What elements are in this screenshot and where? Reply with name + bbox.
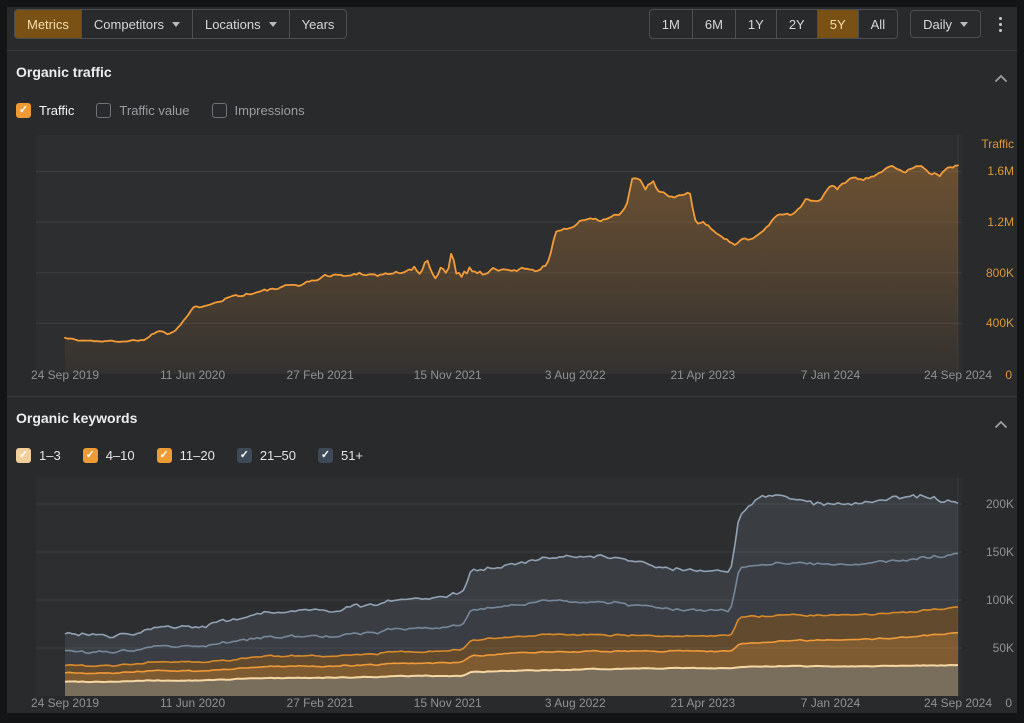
range-2y[interactable]: 2Y bbox=[776, 10, 817, 38]
tab-competitors[interactable]: Competitors bbox=[81, 10, 192, 38]
tab-label: Years bbox=[302, 17, 335, 32]
legend-label: 4–10 bbox=[106, 448, 135, 463]
range-label: 2Y bbox=[789, 17, 805, 32]
granularity-dropdown[interactable]: Daily bbox=[910, 10, 981, 38]
organic-traffic-chart[interactable] bbox=[0, 130, 1024, 386]
metric-impressions[interactable]: Impressions bbox=[212, 103, 305, 118]
x-axis-label: 27 Feb 2021 bbox=[286, 368, 353, 382]
collapse-section-icon[interactable] bbox=[994, 70, 1010, 82]
axis-zero-label: 0 bbox=[996, 368, 1012, 382]
view-tab-group: Metrics Competitors Locations Years bbox=[14, 9, 347, 39]
divider bbox=[7, 396, 1017, 397]
x-axis-label: 21 Apr 2023 bbox=[670, 368, 735, 382]
x-axis-label: 24 Sep 2024 bbox=[924, 696, 992, 710]
legend-label: Traffic bbox=[39, 103, 74, 118]
x-axis-label: 21 Apr 2023 bbox=[670, 696, 735, 710]
checked-checkbox[interactable]: ✓ bbox=[16, 103, 31, 118]
y-axis-label: 200K bbox=[958, 497, 1014, 511]
y-axis-title: Traffic bbox=[958, 137, 1014, 151]
y-axis-label: 150K bbox=[958, 545, 1014, 559]
range-label: 5Y bbox=[830, 17, 846, 32]
y-axis-label: 800K bbox=[958, 266, 1014, 280]
checked-checkbox[interactable]: ✓ bbox=[237, 448, 252, 463]
legend-label: 1–3 bbox=[39, 448, 61, 463]
chevron-down-icon bbox=[172, 22, 180, 27]
position-range-11-20[interactable]: ✓ 11–20 bbox=[157, 448, 215, 463]
metric-traffic[interactable]: ✓ Traffic bbox=[16, 103, 74, 118]
collapse-section-icon[interactable] bbox=[994, 416, 1010, 428]
check-icon: ✓ bbox=[19, 450, 28, 461]
check-icon: ✓ bbox=[321, 450, 330, 461]
date-range-group: 1M 6M 1Y 2Y 5Y All bbox=[649, 9, 898, 39]
range-1m[interactable]: 1M bbox=[650, 10, 692, 38]
axis-zero-label: 0 bbox=[996, 696, 1012, 710]
organic-keywords-title: Organic keywords bbox=[16, 410, 137, 426]
x-axis-label: 11 Jun 2020 bbox=[160, 368, 225, 382]
range-label: All bbox=[871, 17, 885, 32]
x-axis-label: 24 Sep 2019 bbox=[31, 696, 99, 710]
check-icon: ✓ bbox=[240, 450, 249, 461]
legend-label: 51+ bbox=[341, 448, 363, 463]
y-axis-label: 400K bbox=[958, 316, 1014, 330]
tab-label: Competitors bbox=[94, 17, 164, 32]
checked-checkbox[interactable]: ✓ bbox=[16, 448, 31, 463]
range-5y[interactable]: 5Y bbox=[817, 10, 858, 38]
range-label: 1Y bbox=[748, 17, 764, 32]
y-axis-label: 1.6M bbox=[958, 164, 1014, 178]
app-window: Metrics Competitors Locations Years 1M 6M 1Y 2… bbox=[0, 0, 1024, 723]
y-axis-label: 50K bbox=[958, 641, 1014, 655]
position-range-4-10[interactable]: ✓ 4–10 bbox=[83, 448, 135, 463]
unchecked-checkbox[interactable] bbox=[96, 103, 111, 118]
legend-label: 11–20 bbox=[180, 448, 215, 463]
x-axis-label: 24 Sep 2024 bbox=[924, 368, 992, 382]
y-axis-label: 1.2M bbox=[958, 215, 1014, 229]
x-axis-label: 11 Jun 2020 bbox=[160, 696, 225, 710]
chevron-down-icon bbox=[960, 22, 968, 27]
x-axis-label: 7 Jan 2024 bbox=[801, 368, 860, 382]
position-range-1-3[interactable]: ✓ 1–3 bbox=[16, 448, 61, 463]
range-all[interactable]: All bbox=[858, 10, 897, 38]
checked-checkbox[interactable]: ✓ bbox=[318, 448, 333, 463]
legend-label: Traffic value bbox=[119, 103, 189, 118]
check-icon: ✓ bbox=[160, 450, 169, 461]
toolbar: Metrics Competitors Locations Years 1M 6M 1Y 2… bbox=[14, 9, 1008, 39]
divider bbox=[7, 50, 1017, 51]
x-axis-label: 15 Nov 2021 bbox=[414, 368, 482, 382]
x-axis-label: 27 Feb 2021 bbox=[286, 696, 353, 710]
kebab-menu-icon[interactable] bbox=[993, 13, 1008, 36]
keywords-legend: ✓ 1–3 ✓ 4–10 ✓ 11–20 ✓ 21–50 ✓ 51+ bbox=[16, 448, 363, 463]
checked-checkbox[interactable]: ✓ bbox=[157, 448, 172, 463]
check-icon: ✓ bbox=[86, 450, 95, 461]
position-range-21-50[interactable]: ✓ 21–50 bbox=[237, 448, 296, 463]
organic-keywords-chart[interactable] bbox=[0, 470, 1024, 712]
legend-label: 21–50 bbox=[260, 448, 296, 463]
checked-checkbox[interactable]: ✓ bbox=[83, 448, 98, 463]
unchecked-checkbox[interactable] bbox=[212, 103, 227, 118]
toolbar-right: 1M 6M 1Y 2Y 5Y All Daily bbox=[649, 9, 1008, 39]
x-axis-label: 7 Jan 2024 bbox=[801, 696, 860, 710]
range-label: 1M bbox=[662, 17, 680, 32]
y-axis-label: 100K bbox=[958, 593, 1014, 607]
position-range-51+[interactable]: ✓ 51+ bbox=[318, 448, 363, 463]
tab-locations[interactable]: Locations bbox=[192, 10, 289, 38]
organic-traffic-title: Organic traffic bbox=[16, 64, 112, 80]
range-label: 6M bbox=[705, 17, 723, 32]
x-axis-label: 24 Sep 2019 bbox=[31, 368, 99, 382]
legend-label: Impressions bbox=[235, 103, 305, 118]
tab-label: Locations bbox=[205, 17, 261, 32]
x-axis-label: 3 Aug 2022 bbox=[545, 696, 606, 710]
tab-years[interactable]: Years bbox=[289, 10, 347, 38]
tab-metrics[interactable]: Metrics bbox=[15, 10, 81, 38]
range-6m[interactable]: 6M bbox=[692, 10, 735, 38]
chevron-down-icon bbox=[269, 22, 277, 27]
metric-traffic-value[interactable]: Traffic value bbox=[96, 103, 189, 118]
tab-label: Metrics bbox=[27, 17, 69, 32]
granularity-label: Daily bbox=[923, 17, 952, 32]
x-axis-label: 3 Aug 2022 bbox=[545, 368, 606, 382]
traffic-legend: ✓ Traffic Traffic value Impressions bbox=[16, 103, 305, 118]
x-axis-label: 15 Nov 2021 bbox=[414, 696, 482, 710]
range-1y[interactable]: 1Y bbox=[735, 10, 776, 38]
check-icon: ✓ bbox=[19, 105, 28, 116]
